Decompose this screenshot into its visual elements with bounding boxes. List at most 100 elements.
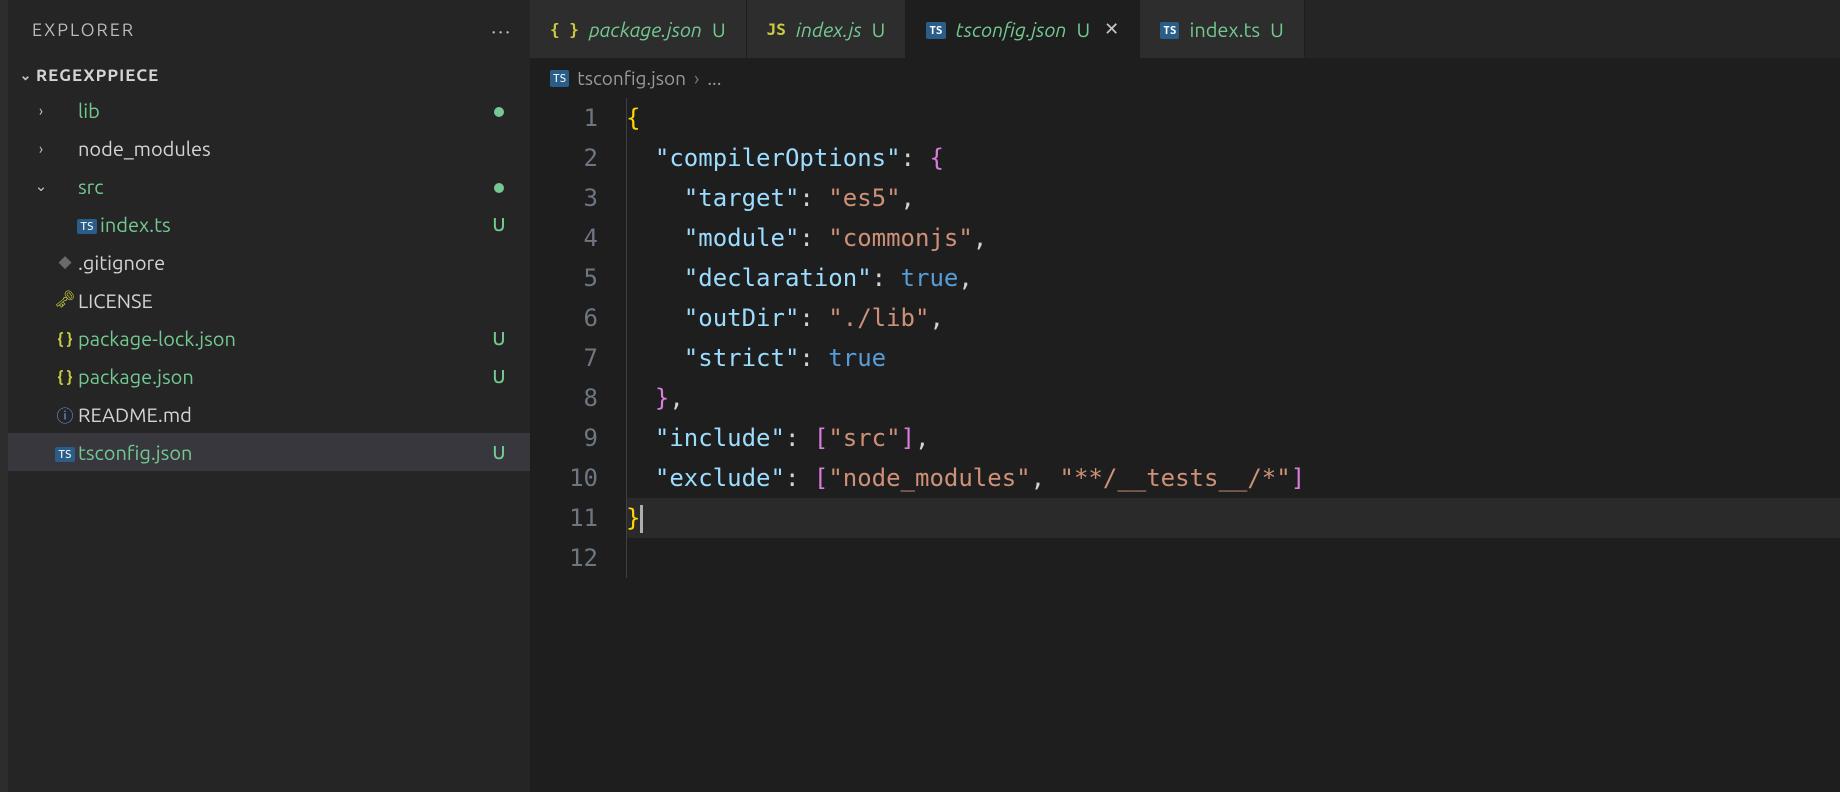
project-header[interactable]: ⌄ REGEXPPIECE xyxy=(8,60,530,91)
git-modified-dot-icon xyxy=(490,99,508,121)
code-line[interactable]: }, xyxy=(626,378,1840,418)
more-actions-icon[interactable]: ··· xyxy=(491,19,512,42)
token-brace-y: { xyxy=(626,104,640,132)
tab-filename: tsconfig.json xyxy=(956,18,1067,41)
token-brace-p: [ xyxy=(814,464,828,492)
code-editor[interactable]: 123456789101112 { "compilerOptions": { "… xyxy=(530,98,1840,578)
token-punc: : xyxy=(799,344,828,372)
breadcrumb[interactable]: TS tsconfig.json › ... xyxy=(530,58,1840,98)
file-label: tsconfig.json xyxy=(78,441,490,464)
line-number: 3 xyxy=(530,178,598,218)
token-key: "target" xyxy=(684,184,800,212)
line-gutter: 123456789101112 xyxy=(530,98,626,578)
code-line[interactable]: "compilerOptions": { xyxy=(626,138,1840,178)
file-item[interactable]: 🗝LICENSE xyxy=(8,281,530,319)
sidebar-header: EXPLORER ··· xyxy=(8,0,530,60)
token-brace-p: ] xyxy=(1291,464,1305,492)
code-line[interactable]: { xyxy=(626,98,1840,138)
code-line[interactable]: "strict": true xyxy=(626,338,1840,378)
git-untracked-badge: U xyxy=(490,327,508,349)
token-brace-p: } xyxy=(655,384,669,412)
token-str: "es5" xyxy=(828,184,900,212)
file-item[interactable]: ⓘREADME.md xyxy=(8,395,530,433)
file-label: LICENSE xyxy=(78,289,490,312)
ts-icon: TS xyxy=(1160,20,1179,38)
close-tab-icon[interactable]: ✕ xyxy=(1104,19,1119,40)
editor-tab[interactable]: { }package.jsonU xyxy=(530,0,747,58)
code-line[interactable]: "declaration": true, xyxy=(626,258,1840,298)
git-untracked-badge: U xyxy=(490,365,508,387)
folder-label: src xyxy=(78,175,490,198)
folder-label: lib xyxy=(78,99,490,122)
token-punc: : xyxy=(901,144,930,172)
code-line[interactable]: "include": ["src"], xyxy=(626,418,1840,458)
chevron-right-icon: › xyxy=(30,140,52,157)
folder-item[interactable]: ⌄src xyxy=(8,167,530,205)
tsfile-icon: TS xyxy=(52,443,78,462)
line-number: 4 xyxy=(530,218,598,258)
code-line[interactable]: "target": "es5", xyxy=(626,178,1840,218)
token-str: "commonjs" xyxy=(828,224,973,252)
breadcrumb-rest: ... xyxy=(707,67,721,89)
git-status-badge: U xyxy=(872,18,886,41)
token-brace-p: ] xyxy=(901,424,915,452)
token-brace-p: [ xyxy=(814,424,828,452)
folder-label: node_modules xyxy=(78,137,490,160)
explorer-sidebar: EXPLORER ··· ⌄ REGEXPPIECE ›lib › node_mod… xyxy=(8,0,530,792)
token-punc: , xyxy=(958,264,972,292)
file-label: index.ts xyxy=(100,213,490,236)
file-item[interactable]: { }package-lock.jsonU xyxy=(8,319,530,357)
file-item[interactable]: { }package.jsonU xyxy=(8,357,530,395)
code-line[interactable]: "outDir": "./lib", xyxy=(626,298,1840,338)
token-bool: true xyxy=(828,344,886,372)
line-number: 7 xyxy=(530,338,598,378)
token-key: "module" xyxy=(684,224,800,252)
line-number: 2 xyxy=(530,138,598,178)
editor-tab[interactable]: JSindex.jsU xyxy=(747,0,907,58)
code-line[interactable] xyxy=(626,538,1840,578)
token-punc xyxy=(626,184,684,212)
token-punc: : xyxy=(799,224,828,252)
line-number: 12 xyxy=(530,538,598,578)
token-brace-y: } xyxy=(626,504,640,532)
file-item[interactable]: TSindex.tsU xyxy=(8,205,530,243)
editor-area: { }package.jsonUJSindex.jsUTStsconfig.js… xyxy=(530,0,1840,792)
token-punc: : xyxy=(872,264,901,292)
token-key: "declaration" xyxy=(684,264,872,292)
token-str: "node_modules" xyxy=(828,464,1030,492)
token-punc xyxy=(626,424,655,452)
file-item[interactable]: TStsconfig.jsonU xyxy=(8,433,530,471)
token-key: "include" xyxy=(655,424,785,452)
token-punc: : xyxy=(799,184,828,212)
license-icon: 🗝 xyxy=(52,290,78,310)
project-name: REGEXPPIECE xyxy=(36,66,159,85)
editor-tab[interactable]: TStsconfig.jsonU✕ xyxy=(906,0,1140,58)
token-str: "**/__tests__/*" xyxy=(1060,464,1291,492)
code-content[interactable]: { "compilerOptions": { "target": "es5", … xyxy=(626,98,1840,578)
line-number: 10 xyxy=(530,458,598,498)
token-punc: , xyxy=(929,304,943,332)
code-line[interactable]: "exclude": ["node_modules", "**/__tests_… xyxy=(626,458,1840,498)
tab-filename: package.json xyxy=(589,18,702,41)
json-icon: { } xyxy=(52,367,78,386)
token-key: "strict" xyxy=(684,344,800,372)
line-number: 11 xyxy=(530,498,598,538)
activity-bar xyxy=(0,0,8,792)
file-item[interactable]: ◆.gitignore xyxy=(8,243,530,281)
code-line[interactable]: "module": "commonjs", xyxy=(626,218,1840,258)
folder-item[interactable]: › node_modules xyxy=(8,129,530,167)
token-punc: , xyxy=(1031,464,1060,492)
folder-item[interactable]: ›lib xyxy=(8,91,530,129)
chevron-down-icon: ⌄ xyxy=(16,67,36,84)
token-punc xyxy=(626,144,655,172)
info-icon: ⓘ xyxy=(52,402,78,427)
line-number: 5 xyxy=(530,258,598,298)
token-punc xyxy=(626,344,684,372)
code-line[interactable]: } xyxy=(626,498,1840,538)
token-punc: , xyxy=(901,184,915,212)
token-punc xyxy=(626,304,684,332)
token-punc xyxy=(626,264,684,292)
tab-filename: index.js xyxy=(796,18,862,41)
json-icon: { } xyxy=(52,329,78,348)
editor-tab[interactable]: TSindex.tsU xyxy=(1140,0,1305,58)
